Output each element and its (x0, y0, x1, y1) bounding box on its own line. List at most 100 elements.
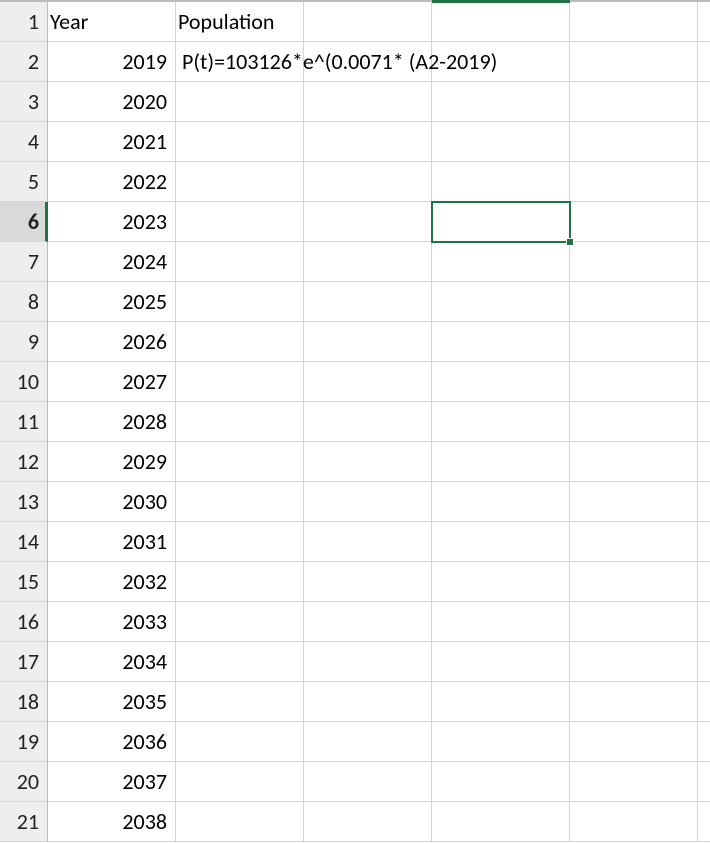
cell-C7[interactable] (304, 242, 432, 282)
cell-B19[interactable] (176, 722, 304, 762)
cell-C6[interactable] (304, 202, 432, 242)
cell-C1[interactable] (304, 2, 432, 42)
cell-E14[interactable] (570, 522, 698, 562)
cell-D10[interactable] (432, 362, 570, 402)
cell-C16[interactable] (304, 602, 432, 642)
cell-E18[interactable] (570, 682, 698, 722)
cell-C19[interactable] (304, 722, 432, 762)
cell-E11[interactable] (570, 402, 698, 442)
cell-D3[interactable] (432, 82, 570, 122)
cell-D15[interactable] (432, 562, 570, 602)
row-header-21[interactable]: 21 (0, 802, 48, 842)
cell-D20[interactable] (432, 762, 570, 802)
cell-C13[interactable] (304, 482, 432, 522)
cell-A19[interactable]: 2036 (48, 722, 176, 762)
cell-D18[interactable] (432, 682, 570, 722)
cell-A21[interactable]: 2038 (48, 802, 176, 842)
cell-F21[interactable] (698, 802, 710, 842)
cell-E9[interactable] (570, 322, 698, 362)
cell-C12[interactable] (304, 442, 432, 482)
cell-E19[interactable] (570, 722, 698, 762)
cell-B11[interactable] (176, 402, 304, 442)
cell-C4[interactable] (304, 122, 432, 162)
cell-F1[interactable] (698, 2, 710, 42)
cell-D9[interactable] (432, 322, 570, 362)
cell-F5[interactable] (698, 162, 710, 202)
cell-A10[interactable]: 2027 (48, 362, 176, 402)
cell-E3[interactable] (570, 82, 698, 122)
cell-F4[interactable] (698, 122, 710, 162)
cell-B13[interactable] (176, 482, 304, 522)
cell-A6[interactable]: 2023 (48, 202, 176, 242)
cell-B12[interactable] (176, 442, 304, 482)
cell-A7[interactable]: 2024 (48, 242, 176, 282)
cell-F7[interactable] (698, 242, 710, 282)
cell-B10[interactable] (176, 362, 304, 402)
cell-C20[interactable] (304, 762, 432, 802)
cell-B2[interactable]: P(t)=103126*e^(0.0071* (A2-2019) (176, 42, 304, 82)
row-header-16[interactable]: 16 (0, 602, 48, 642)
fill-handle[interactable] (566, 238, 574, 246)
cell-C8[interactable] (304, 282, 432, 322)
cell-C18[interactable] (304, 682, 432, 722)
row-header-14[interactable]: 14 (0, 522, 48, 562)
row-header-4[interactable]: 4 (0, 122, 48, 162)
cell-A9[interactable]: 2026 (48, 322, 176, 362)
header-year[interactable]: Year (48, 2, 176, 42)
cell-E2[interactable] (570, 42, 698, 82)
cell-E5[interactable] (570, 162, 698, 202)
cell-F11[interactable] (698, 402, 710, 442)
cell-B4[interactable] (176, 122, 304, 162)
row-header-3[interactable]: 3 (0, 82, 48, 122)
cell-A13[interactable]: 2030 (48, 482, 176, 522)
cell-C9[interactable] (304, 322, 432, 362)
cell-D6[interactable] (432, 202, 570, 242)
cell-B18[interactable] (176, 682, 304, 722)
cell-C14[interactable] (304, 522, 432, 562)
cell-E21[interactable] (570, 802, 698, 842)
row-header-2[interactable]: 2 (0, 42, 48, 82)
cell-B16[interactable] (176, 602, 304, 642)
cell-A14[interactable]: 2031 (48, 522, 176, 562)
cell-A4[interactable]: 2021 (48, 122, 176, 162)
cell-B5[interactable] (176, 162, 304, 202)
cell-E8[interactable] (570, 282, 698, 322)
cell-D11[interactable] (432, 402, 570, 442)
cell-A3[interactable]: 2020 (48, 82, 176, 122)
cell-B8[interactable] (176, 282, 304, 322)
cell-A8[interactable]: 2025 (48, 282, 176, 322)
cell-B3[interactable] (176, 82, 304, 122)
cell-F6[interactable] (698, 202, 710, 242)
cell-E17[interactable] (570, 642, 698, 682)
cell-F14[interactable] (698, 522, 710, 562)
cell-E15[interactable] (570, 562, 698, 602)
cell-D1[interactable] (432, 2, 570, 42)
cell-A15[interactable]: 2032 (48, 562, 176, 602)
cell-D14[interactable] (432, 522, 570, 562)
cell-E6[interactable] (570, 202, 698, 242)
cell-F2[interactable] (698, 42, 710, 82)
cell-B21[interactable] (176, 802, 304, 842)
cell-C5[interactable] (304, 162, 432, 202)
cell-B7[interactable] (176, 242, 304, 282)
cell-D21[interactable] (432, 802, 570, 842)
cell-F17[interactable] (698, 642, 710, 682)
cell-C17[interactable] (304, 642, 432, 682)
row-header-17[interactable]: 17 (0, 642, 48, 682)
row-header-10[interactable]: 10 (0, 362, 48, 402)
row-header-1[interactable]: 1 (0, 2, 48, 42)
cell-D19[interactable] (432, 722, 570, 762)
row-header-18[interactable]: 18 (0, 682, 48, 722)
cell-E13[interactable] (570, 482, 698, 522)
spreadsheet-grid[interactable]: 1YearPopulation22019P(t)=103126*e^(0.007… (0, 0, 710, 842)
cell-F10[interactable] (698, 362, 710, 402)
row-header-19[interactable]: 19 (0, 722, 48, 762)
row-header-11[interactable]: 11 (0, 402, 48, 442)
cell-B17[interactable] (176, 642, 304, 682)
cell-A17[interactable]: 2034 (48, 642, 176, 682)
cell-E16[interactable] (570, 602, 698, 642)
cell-D8[interactable] (432, 282, 570, 322)
cell-F20[interactable] (698, 762, 710, 802)
cell-A5[interactable]: 2022 (48, 162, 176, 202)
row-header-8[interactable]: 8 (0, 282, 48, 322)
